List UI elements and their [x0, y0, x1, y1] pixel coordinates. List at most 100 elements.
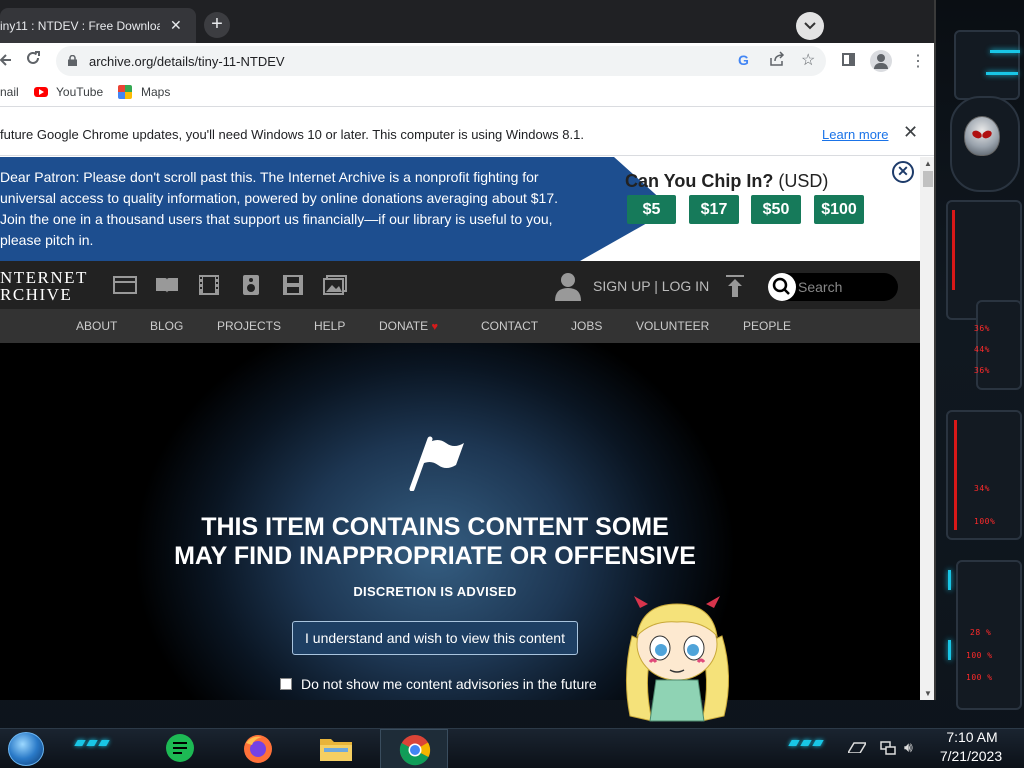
browser-toolbar: archive.org/details/tiny-11-NTDEV G ☆ ⋮ — [0, 43, 934, 79]
signup-login-link[interactable]: SIGN UP | LOG IN — [593, 278, 709, 294]
nav-help[interactable]: HELP — [314, 319, 345, 333]
audio-speaker-icon[interactable] — [239, 275, 263, 295]
tab-strip: iny11 : NTDEV : Free Download ✕ + — [0, 0, 934, 43]
browser-window: iny11 : NTDEV : Free Download ✕ + archiv… — [0, 0, 936, 700]
kebab-menu-icon[interactable]: ⋮ — [910, 51, 926, 71]
volume-icon[interactable]: 🔊︎ — [904, 739, 913, 756]
taskbar-accent — [800, 740, 812, 746]
new-tab-button[interactable]: + — [204, 12, 230, 38]
desktop-hud-gadget: 36% 44% 36% 34% 100% 28 % 100 % 100 % — [936, 0, 1024, 730]
content-advisory: THIS ITEM CONTAINS CONTENT SOME MAY FIND… — [0, 343, 920, 700]
software-floppy-icon[interactable] — [281, 275, 305, 295]
chip-in-title: Can You Chip In? (USD) — [625, 171, 828, 192]
user-icon[interactable] — [554, 271, 582, 301]
taskbar-accent — [812, 740, 824, 746]
bookmark-gmail[interactable]: nail — [0, 85, 19, 99]
hud-stat: 36% — [974, 366, 990, 375]
no-advisory-label: Do not show me content advisories in the… — [301, 676, 597, 692]
taskbar-accent — [74, 740, 86, 746]
bookmarks-bar: nail YouTube Maps — [0, 79, 934, 107]
hud-stat: 28 % — [970, 628, 992, 637]
tab-active[interactable]: iny11 : NTDEV : Free Download ✕ — [0, 8, 196, 43]
nav-contact[interactable]: CONTACT — [481, 319, 538, 333]
bookmark-youtube[interactable]: YouTube — [56, 85, 103, 99]
donation-message: Dear Patron: Please don't scroll past th… — [0, 169, 559, 248]
cartoon-character-image — [625, 596, 729, 722]
nav-people[interactable]: PEOPLE — [743, 319, 791, 333]
taskbar: 🔊︎ 7:10 AM 7/21/2023 — [0, 728, 1024, 768]
banner-close-icon[interactable]: ✕ — [892, 161, 914, 183]
scroll-up-icon[interactable]: ▲ — [924, 159, 932, 168]
donation-banner: Dear Patron: Please don't scroll past th… — [0, 157, 920, 261]
nav-donate[interactable]: DONATE ♥ — [379, 319, 438, 333]
infobar-message: future Google Chrome updates, you'll nee… — [0, 127, 584, 142]
advisory-title-line-1: THIS ITEM CONTAINS CONTENT SOME — [201, 513, 669, 541]
donate-amount-5-button[interactable]: $5 — [627, 195, 676, 224]
hud-stat: 36% — [974, 324, 990, 333]
back-arrow-icon[interactable] — [0, 51, 12, 72]
action-center-icon[interactable] — [848, 741, 866, 753]
tab-close-icon[interactable]: ✕ — [170, 17, 182, 33]
nav-jobs[interactable]: JOBS — [571, 319, 602, 333]
taskbar-accent — [98, 740, 110, 746]
scroll-thumb[interactable] — [923, 171, 933, 187]
logo-line-2: RCHIVE — [0, 285, 73, 304]
bookmark-maps[interactable]: Maps — [141, 85, 170, 99]
alien-logo-icon — [964, 116, 1000, 156]
nav-about[interactable]: ABOUT — [76, 319, 117, 333]
hud-stat: 44% — [974, 345, 990, 354]
clock-date[interactable]: 7/21/2023 — [934, 748, 1008, 764]
youtube-icon — [34, 87, 48, 97]
update-infobar: future Google Chrome updates, you'll nee… — [0, 112, 934, 156]
address-bar[interactable]: archive.org/details/tiny-11-NTDEV G ☆ — [56, 46, 826, 76]
chip-in-heading: Can You Chip In? — [625, 171, 774, 191]
texts-book-icon[interactable] — [155, 275, 179, 295]
web-icon[interactable] — [113, 275, 137, 295]
ia-search-box[interactable]: Search — [768, 273, 898, 301]
view-content-button[interactable]: I understand and wish to view this conte… — [292, 621, 578, 655]
donate-amount-17-button[interactable]: $17 — [689, 195, 739, 224]
reload-icon[interactable] — [24, 49, 42, 72]
video-film-icon[interactable] — [197, 275, 221, 295]
logo-line-1: NTERNET — [0, 268, 88, 287]
donate-amount-50-button[interactable]: $50 — [751, 195, 801, 224]
advisory-title-line-2: MAY FIND INAPPROPRIATE OR OFFENSIVE — [174, 542, 696, 570]
ia-top-nav: NTERNET RCHIVE SIGN UP | LOG IN Search — [0, 261, 920, 309]
internet-archive-logo[interactable]: NTERNET RCHIVE — [0, 269, 88, 303]
taskbar-app-file-explorer[interactable] — [316, 731, 356, 767]
page-scrollbar[interactable]: ▲ ▼ — [920, 157, 934, 700]
scroll-down-icon[interactable]: ▼ — [924, 689, 932, 698]
learn-more-link[interactable]: Learn more — [822, 127, 888, 142]
no-advisory-checkbox[interactable] — [280, 678, 292, 690]
nav-blog[interactable]: BLOG — [150, 319, 183, 333]
no-advisory-checkbox-row[interactable]: Do not show me content advisories in the… — [280, 676, 597, 692]
search-input[interactable]: Search — [798, 279, 842, 295]
hud-stat: 100 % — [966, 651, 993, 660]
infobar-close-icon[interactable]: ✕ — [903, 122, 918, 143]
advisory-title: THIS ITEM CONTAINS CONTENT SOME MAY FIND… — [0, 513, 870, 571]
nav-projects[interactable]: PROJECTS — [217, 319, 281, 333]
clock-time[interactable]: 7:10 AM — [940, 729, 1004, 745]
google-lens-icon[interactable]: G — [738, 52, 749, 68]
lock-icon — [68, 55, 77, 66]
hud-stat: 100% — [974, 517, 996, 526]
flag-icon — [409, 436, 464, 491]
taskbar-app-chrome-active[interactable] — [380, 729, 448, 768]
taskbar-app-firefox[interactable] — [238, 731, 278, 767]
hud-stat: 100 % — [966, 673, 993, 682]
tab-search-chevron-icon[interactable] — [796, 12, 824, 40]
donate-amount-100-button[interactable]: $100 — [814, 195, 864, 224]
nav-donate-label: DONATE — [379, 319, 429, 333]
upload-icon[interactable] — [726, 275, 744, 297]
images-icon[interactable] — [323, 275, 347, 295]
side-panel-icon[interactable] — [842, 53, 855, 66]
network-icon[interactable] — [880, 741, 896, 755]
taskbar-accent — [86, 740, 98, 746]
profile-avatar-icon[interactable] — [870, 50, 892, 72]
start-button[interactable] — [8, 732, 44, 766]
nav-volunteer[interactable]: VOLUNTEER — [636, 319, 709, 333]
search-icon[interactable] — [768, 273, 796, 301]
taskbar-app-notes[interactable] — [160, 731, 200, 767]
share-icon[interactable] — [769, 51, 785, 71]
bookmark-star-icon[interactable]: ☆ — [801, 50, 815, 70]
